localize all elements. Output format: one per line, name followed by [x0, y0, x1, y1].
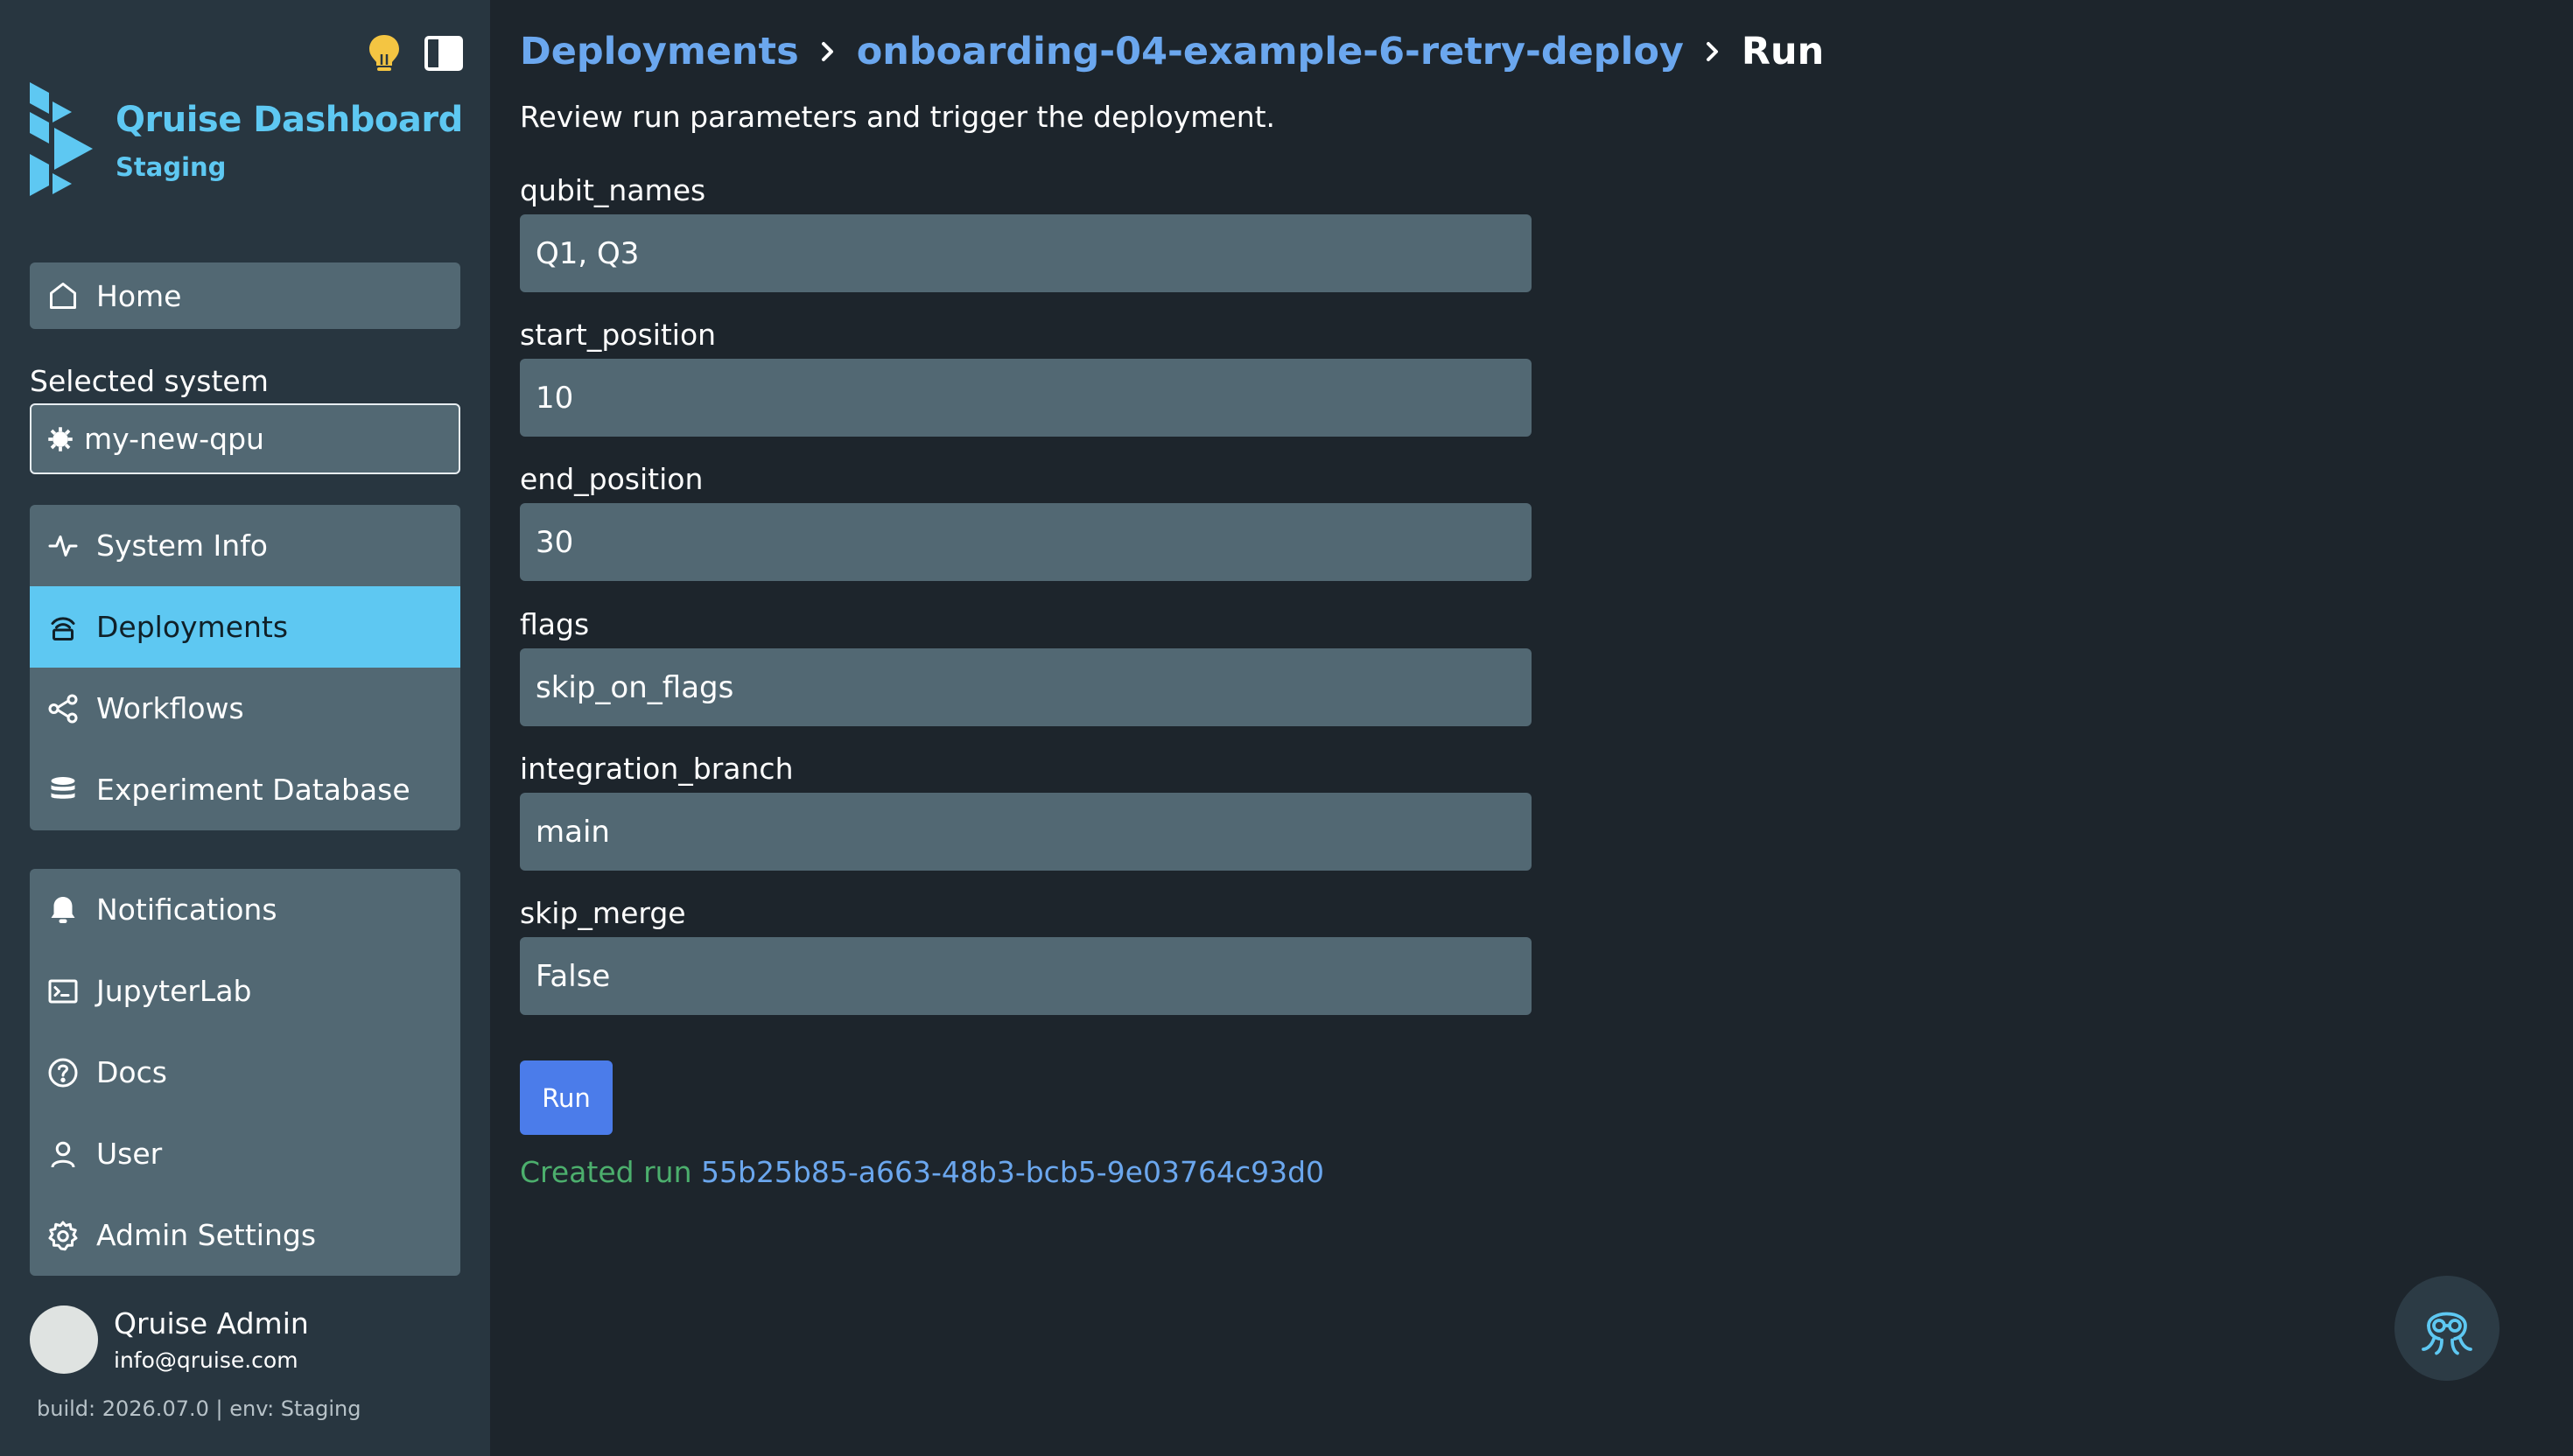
- main-nav: System Info Deployments Workflows Experi…: [30, 505, 460, 830]
- field-label-skip-merge: skip_merge: [520, 896, 686, 930]
- settings-icon: [46, 1218, 81, 1253]
- chevron-right-icon: [818, 38, 838, 65]
- integration-branch-input[interactable]: [520, 793, 1532, 871]
- breadcrumb-current: Run: [1741, 30, 1825, 74]
- run-button[interactable]: Run: [520, 1060, 613, 1135]
- sidebar-item-label: Home: [96, 278, 182, 313]
- chip-icon: [47, 426, 74, 452]
- avatar: [30, 1306, 98, 1374]
- sidebar-item-experiment-database[interactable]: Experiment Database: [30, 749, 460, 830]
- selected-system-label: Selected system: [30, 364, 269, 398]
- build-info: build: 2026.07.0 | env: Staging: [37, 1396, 361, 1421]
- sidebar-item-home[interactable]: Home: [30, 262, 460, 329]
- sidebar-item-label: Docs: [96, 1055, 167, 1089]
- workflow-icon: [46, 691, 81, 726]
- field-label-flags: flags: [520, 607, 590, 641]
- sidebar: Qruise Dashboard Staging Home Selected s…: [0, 0, 490, 1456]
- home-icon: [46, 278, 81, 313]
- start-position-input[interactable]: [520, 359, 1532, 437]
- assistant-button[interactable]: [2394, 1276, 2499, 1381]
- breadcrumb: Deployments onboarding-04-example-6-retr…: [520, 30, 1824, 74]
- octopus-assistant-icon: [2422, 1312, 2472, 1355]
- sidebar-toggle-icon[interactable]: [424, 33, 464, 74]
- sidebar-item-label: Workflows: [96, 691, 244, 725]
- field-label-end-position: end_position: [520, 462, 704, 496]
- flags-input[interactable]: [520, 648, 1532, 726]
- breadcrumb-deployment[interactable]: onboarding-04-example-6-retry-deploy: [857, 30, 1684, 74]
- sidebar-item-docs[interactable]: Docs: [30, 1032, 460, 1113]
- terminal-icon: [46, 974, 81, 1009]
- field-label-integration-branch: integration_branch: [520, 752, 794, 786]
- field-label-start-position: start_position: [520, 318, 717, 352]
- sidebar-item-admin-settings[interactable]: Admin Settings: [30, 1194, 460, 1276]
- environment-badge: Staging: [116, 152, 227, 182]
- sidebar-item-system-info[interactable]: System Info: [30, 505, 460, 586]
- sidebar-item-deployments[interactable]: Deployments: [30, 586, 460, 668]
- user-name: Qruise Admin: [114, 1306, 309, 1340]
- home-nav: Home: [30, 262, 460, 329]
- activity-icon: [46, 528, 81, 564]
- sidebar-item-label: Experiment Database: [96, 773, 410, 807]
- selected-system-value: my-new-qpu: [84, 422, 264, 456]
- skip-merge-input[interactable]: [520, 937, 1532, 1015]
- run-id-link[interactable]: 55b25b85-a663-48b3-bcb5-9e03764c93d0: [701, 1155, 1324, 1189]
- page-subtitle: Review run parameters and trigger the de…: [520, 100, 1276, 134]
- end-position-input[interactable]: [520, 503, 1532, 581]
- app-title: Qruise Dashboard: [116, 100, 463, 140]
- help-circle-icon: [46, 1055, 81, 1090]
- user-profile[interactable]: Qruise Admin info@qruise.com: [30, 1306, 309, 1374]
- sidebar-item-jupyterlab[interactable]: JupyterLab: [30, 950, 460, 1032]
- deployments-icon: [46, 610, 81, 645]
- sidebar-item-label: User: [96, 1137, 163, 1171]
- user-icon: [46, 1137, 81, 1172]
- qruise-logo: [30, 82, 93, 196]
- qubit-names-input[interactable]: [520, 214, 1532, 292]
- database-icon: [46, 773, 81, 808]
- bell-icon: [46, 892, 81, 928]
- run-result: Created run 55b25b85-a663-48b3-bcb5-9e03…: [520, 1155, 1324, 1189]
- result-prefix: Created run: [520, 1155, 692, 1189]
- field-label-qubit-names: qubit_names: [520, 173, 706, 207]
- sidebar-item-user[interactable]: User: [30, 1113, 460, 1194]
- utility-nav: Notifications JupyterLab Docs User Admin…: [30, 869, 460, 1276]
- sidebar-item-label: Deployments: [96, 610, 289, 644]
- lightbulb-icon[interactable]: [364, 33, 404, 74]
- breadcrumb-deployments[interactable]: Deployments: [520, 30, 799, 74]
- user-email: info@qruise.com: [114, 1348, 298, 1373]
- chevron-right-icon: [1703, 38, 1722, 65]
- sidebar-item-workflows[interactable]: Workflows: [30, 668, 460, 749]
- sidebar-item-label: Admin Settings: [96, 1218, 317, 1252]
- sidebar-item-notifications[interactable]: Notifications: [30, 869, 460, 950]
- sidebar-item-label: JupyterLab: [96, 974, 252, 1008]
- sidebar-item-label: System Info: [96, 528, 269, 563]
- brand: Qruise Dashboard Staging: [26, 82, 463, 205]
- sidebar-item-label: Notifications: [96, 892, 277, 927]
- system-selector[interactable]: my-new-qpu: [30, 403, 460, 474]
- sidebar-top-icons: [364, 33, 464, 74]
